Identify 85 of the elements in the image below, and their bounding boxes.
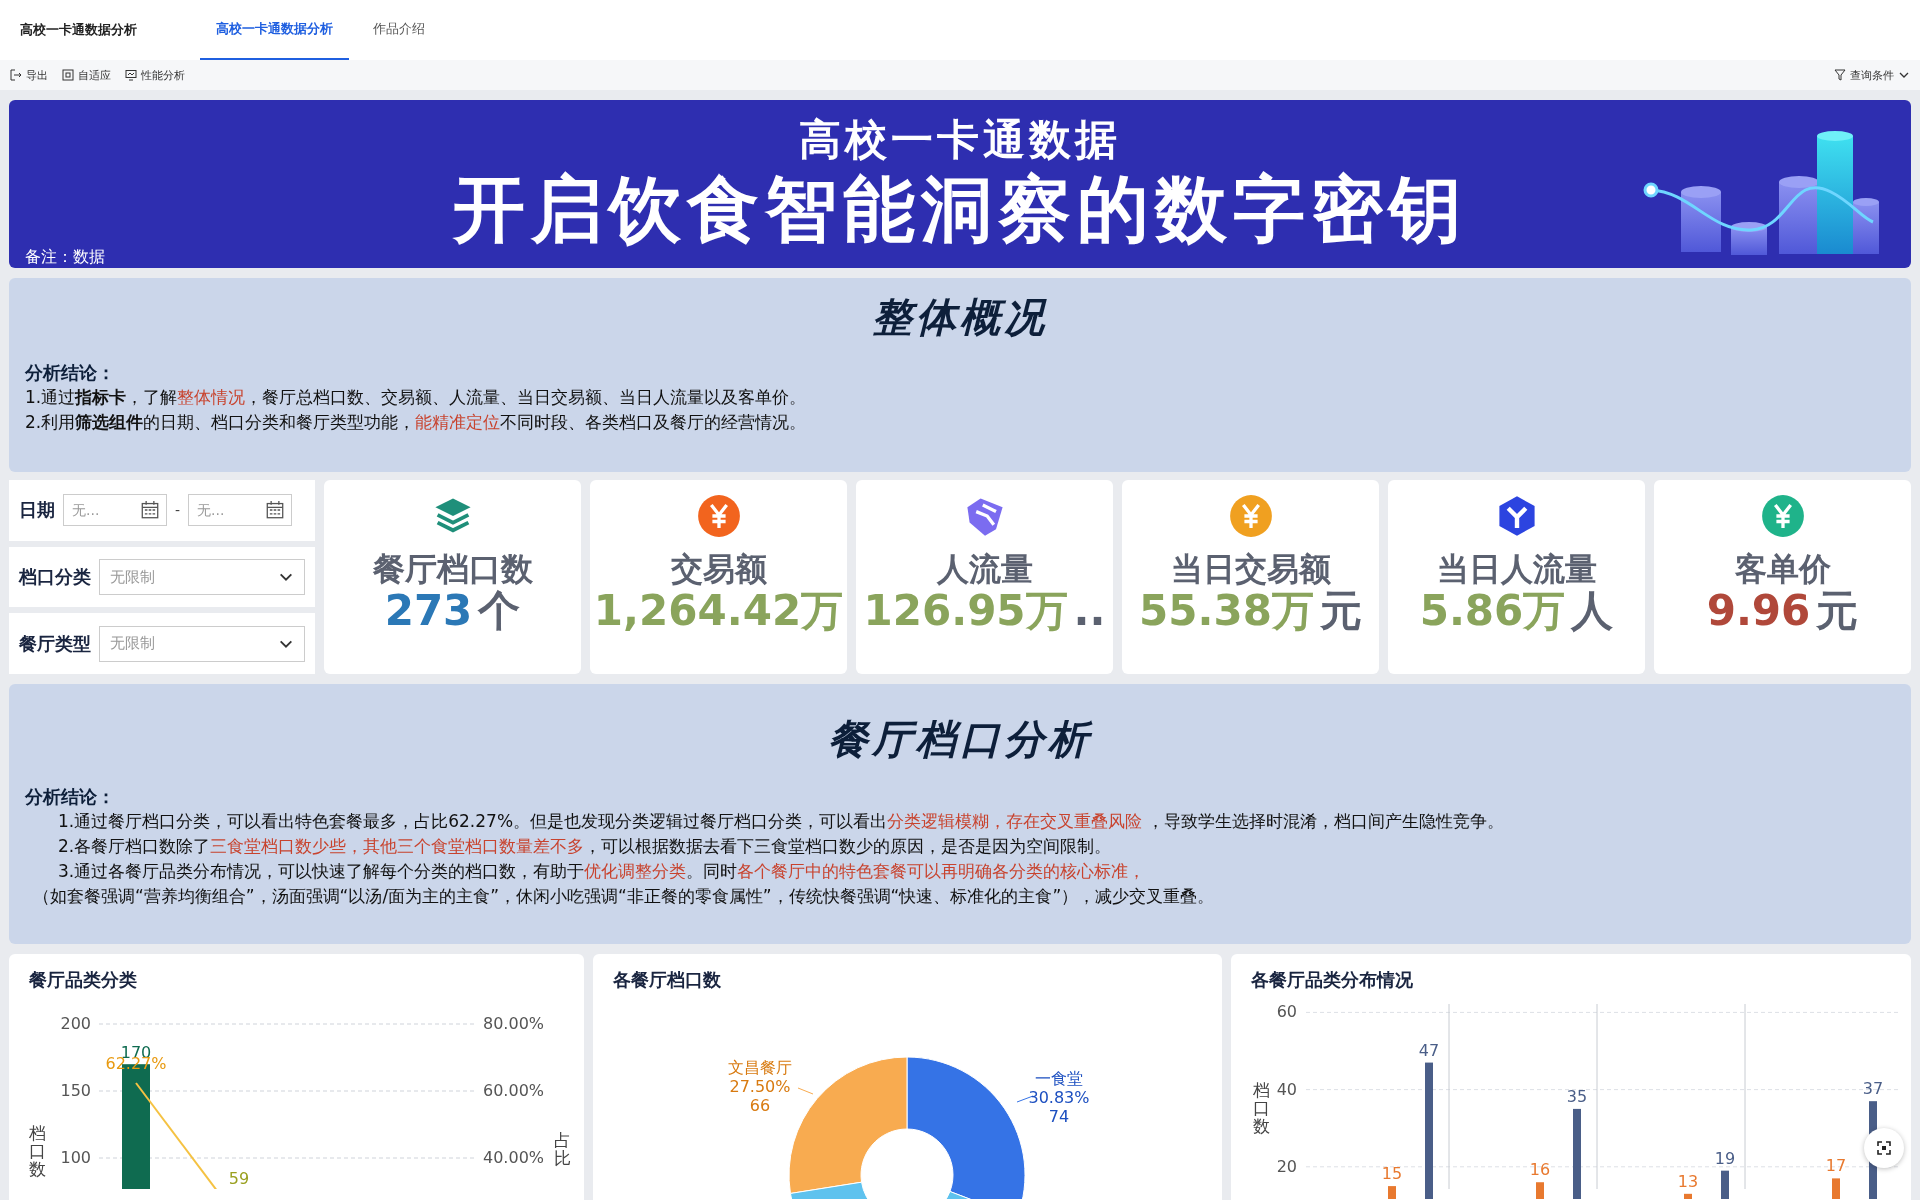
data-label: 17 [1825,1156,1847,1176]
grid-icon [62,69,74,81]
kpi-label: 当日人流量 [1436,552,1597,588]
conclusion-text: 1.通过餐厅档口分类，可以看出特色套餐最多，占比62.27%。但是也发现分类逻辑过餐厅档口分类，可以看出分类逻辑模糊，存在交叉重叠风险 ，导致学生选择时混淆，档口间产生隐性竞争。 [58,810,1505,833]
chart-title: 各餐厅档口数 [612,968,722,992]
yen-coin-icon [1228,494,1273,538]
axis-tick-label: 60 [1276,1004,1297,1022]
axis-tick-label: 20 [1276,1156,1297,1176]
date-field[interactable]: 无... [63,494,167,527]
kpi-value: 273个 [384,587,521,636]
date-field[interactable]: 无... [188,494,293,527]
bar [1832,1178,1840,1199]
slice-label: 30.83% [1028,1088,1090,1107]
axis-tick-label: 150 [60,1081,91,1100]
expand-icon [1876,1140,1892,1156]
chart-title: 各餐厅品类分布情况 [1250,968,1414,992]
axis-tick-label: 200 [60,1014,91,1033]
kpi-value: 5.86万人 [1419,587,1614,636]
calendar-icon [266,501,285,520]
kpi-value: 9.96元 [1706,587,1859,636]
toolbar-button[interactable]: 自适应 [62,67,111,83]
section-heading: 整体概况 [871,293,1049,342]
axis-tick-label: 80.00% [483,1014,544,1033]
slice-label: 74 [1048,1107,1070,1126]
kpi-label: 人流量 [936,552,1033,588]
data-label: 16 [1529,1160,1551,1180]
slice-label: 66 [749,1096,771,1115]
data-label: 35 [1566,1086,1588,1106]
query-conditions-button[interactable]: 查询条件 [1834,67,1910,83]
range-separator: - [175,502,181,519]
bar [1684,1193,1692,1199]
filter-icon [1834,69,1846,81]
axis-tick-label: 60.00% [483,1081,544,1100]
axis-title: 占比 [554,1130,571,1168]
axis-title: 档口数 [1253,1080,1270,1136]
export-icon [10,69,22,81]
conclusion-label: 分析结论： [25,785,116,809]
data-label: 19 [1714,1148,1736,1168]
data-label: 13 [1677,1171,1699,1191]
kpi-value: 1,264.42万 [593,587,844,636]
app-title: 高校一卡通数据分析 [20,21,138,39]
kpi-label: 交易额 [670,552,767,588]
conclusion-label: 分析结论： [25,361,116,385]
axis-title: 档口数 [29,1123,46,1179]
banner-title: 高校一卡通数据 [799,114,1121,166]
bar [1536,1182,1544,1199]
kpi-label: 当日交易额 [1170,552,1331,588]
axis-tick-label: 100 [60,1148,91,1167]
monitor-icon [125,69,137,81]
data-label: 15 [1381,1164,1403,1184]
cylinder-bar [1731,222,1767,255]
kpi-label: 餐厅档口数 [372,552,533,588]
chart-title: 餐厅品类分类 [28,968,138,992]
leader-line [797,1087,814,1095]
conclusion-text: 3.通过各餐厅品类分布情况，可以快速了解每个分类的档口数，有助于优化调整分类。同时各个餐厅中的特色套餐可以再明确各分类的核心标准， [58,860,1146,883]
conclusion-text: 2.各餐厅档口数除了三食堂档口数少些，其他三个食堂档口数量差不多，可以根据数据去看下三食堂档口数少的原因，是否是因为空间限制。 [58,835,1112,858]
kpi-value: 55.38万元 [1139,587,1362,636]
cylinder-bar [1681,186,1721,252]
bar [1388,1186,1396,1199]
filter-label: 日期 [19,498,55,523]
banner-note: 备注：数据 [25,247,105,268]
axis-tick-label: 40.00% [483,1148,544,1167]
axis-tick-label: 40 [1276,1079,1297,1099]
data-label: 37 [1862,1079,1884,1099]
filter-label: 档口分类 [19,565,91,589]
data-label: 47 [1418,1040,1440,1060]
toolbar-button[interactable]: 导出 [10,67,48,83]
slice-label: 文昌餐厅 [728,1058,792,1077]
conclusion-text: 2.利用筛选组件的日期、档口分类和餐厅类型功能，能精准定位不同时段、各类档口及餐厅的经营情况。 [25,411,807,434]
banner-subtitle: 开启饮食智能洞察的数字密钥 [453,170,1467,250]
slice-label: 27.50% [729,1077,791,1096]
conclusion-text: （如套餐强调“营养均衡组合”，汤面强调“以汤/面为主的主食”，休闲小吃强调“非正餐的零食属性”，传统快餐强调“快速、标准化的主食”），减少交叉重叠。 [33,885,1215,908]
conclusion-text: 1.通过指标卡，了解整体情况，餐厅总档口数、交易额、人流量、当日交易额、当日人流量以及客单价。 [25,386,807,409]
bar [1721,1170,1729,1199]
section-heading: 餐厅档口分析 [827,715,1094,764]
nav-tab[interactable]: 作品介绍 [357,0,441,60]
yen-coin-icon [1760,494,1805,538]
toolbar-button[interactable]: 性能分析 [125,67,185,83]
kpi-value: 126.95万.. [863,587,1106,636]
slice-label: 一食堂 [1035,1069,1083,1088]
calendar-icon [141,501,159,520]
yen-coin-icon [696,494,741,538]
data-label: 59 [228,1169,250,1188]
filter-label: 餐厅类型 [19,631,91,656]
kpi-label: 客单价 [1734,552,1831,588]
